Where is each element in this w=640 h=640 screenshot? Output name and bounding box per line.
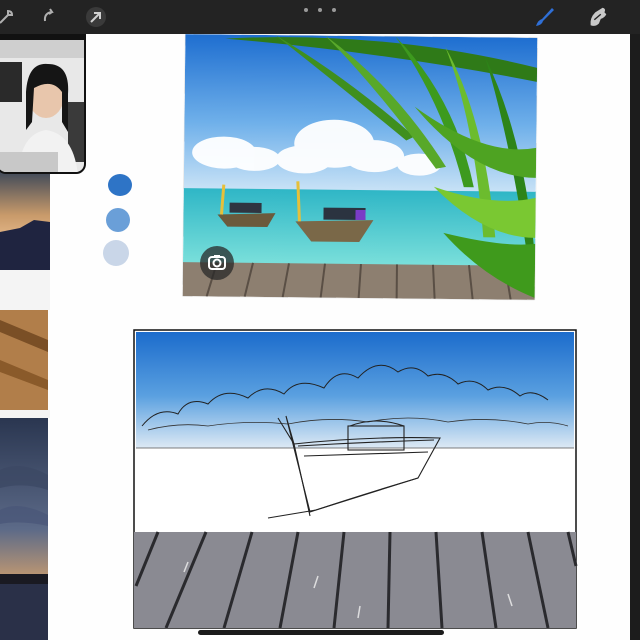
lens-search-icon[interactable] <box>200 246 234 280</box>
top-toolbar <box>0 0 640 34</box>
transform-arrow-icon[interactable] <box>84 5 108 29</box>
reference-strip <box>0 170 52 640</box>
procreate-screen <box>0 0 640 640</box>
color-swatch-1[interactable] <box>108 174 132 196</box>
settings-wrench-icon[interactable] <box>0 5 18 29</box>
color-swatch-2[interactable] <box>106 208 130 232</box>
adjustments-wand-icon[interactable] <box>38 5 62 29</box>
more-dots-icon[interactable] <box>304 4 336 16</box>
home-indicator[interactable] <box>198 630 444 635</box>
sketch-drawing[interactable] <box>128 326 580 632</box>
canvas-edge <box>630 34 640 640</box>
smudge-icon[interactable] <box>586 5 610 29</box>
video-call-overlay[interactable] <box>0 20 86 174</box>
color-swatch-3[interactable] <box>103 240 129 266</box>
reference-photo[interactable] <box>182 34 538 300</box>
brush-icon[interactable] <box>532 5 556 29</box>
